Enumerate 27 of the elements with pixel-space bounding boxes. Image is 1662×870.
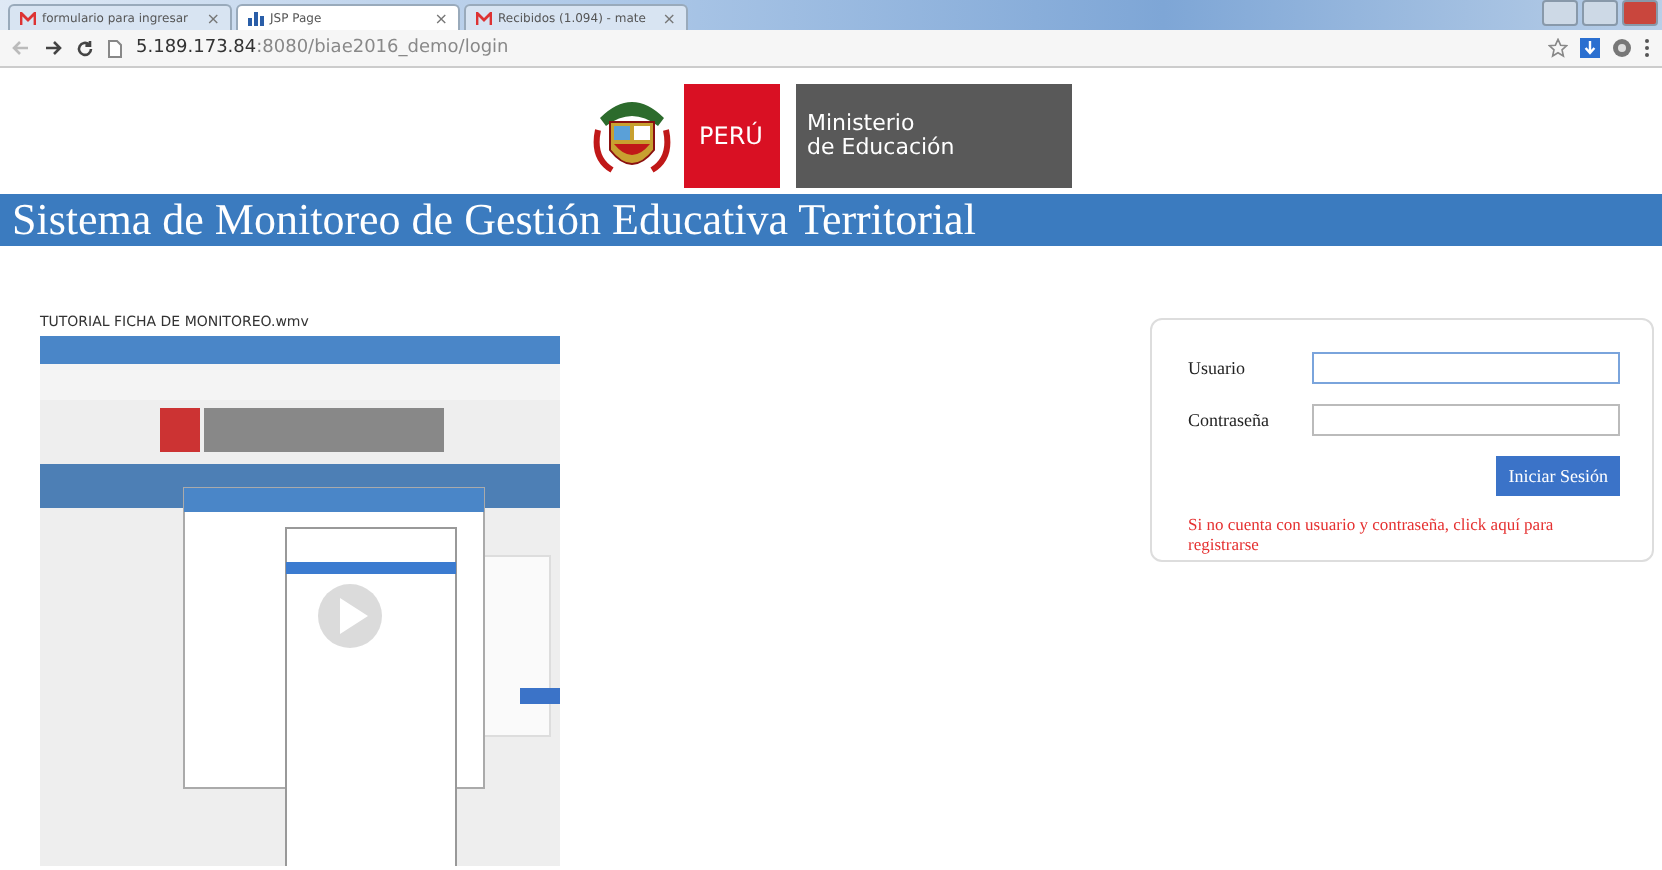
field-label: Contraseña bbox=[1188, 410, 1271, 430]
close-icon[interactable]: × bbox=[206, 9, 220, 27]
field-label: Usuario bbox=[1188, 358, 1247, 378]
close-icon[interactable]: × bbox=[662, 9, 676, 27]
url-text[interactable]: 5.189.173.84:8080/biae2016_demo/login bbox=[136, 38, 509, 58]
reload-icon[interactable] bbox=[76, 39, 94, 57]
page-title: Sistema de Monitoreo de Gestión Educativa Territorial bbox=[12, 194, 976, 246]
close-icon[interactable]: × bbox=[434, 9, 448, 27]
forward-arrow-icon[interactable] bbox=[44, 40, 62, 56]
ministry-label: Ministerio de Educación bbox=[791, 84, 1071, 188]
download-icon[interactable] bbox=[1580, 38, 1600, 58]
close-button[interactable] bbox=[1622, 0, 1658, 26]
country-label: PERÚ bbox=[683, 84, 779, 188]
mail-icon bbox=[476, 11, 492, 25]
mail-icon bbox=[20, 11, 36, 25]
page-icon bbox=[108, 39, 122, 57]
menu-icon[interactable] bbox=[1644, 38, 1650, 58]
username-field[interactable] bbox=[1311, 352, 1620, 384]
star-icon[interactable] bbox=[1548, 38, 1568, 58]
back-arrow-icon[interactable] bbox=[12, 40, 30, 56]
register-link[interactable]: Si no cuenta con usuario y contraseña, click aquí para registrarse bbox=[1188, 514, 1620, 555]
minimize-button[interactable] bbox=[1542, 0, 1578, 26]
login-button[interactable]: Iniciar Sesión bbox=[1496, 456, 1620, 496]
extension-icon[interactable] bbox=[1612, 38, 1632, 58]
maximize-button[interactable] bbox=[1582, 0, 1618, 26]
bar-chart-icon bbox=[248, 11, 264, 25]
password-field[interactable] bbox=[1311, 404, 1620, 436]
